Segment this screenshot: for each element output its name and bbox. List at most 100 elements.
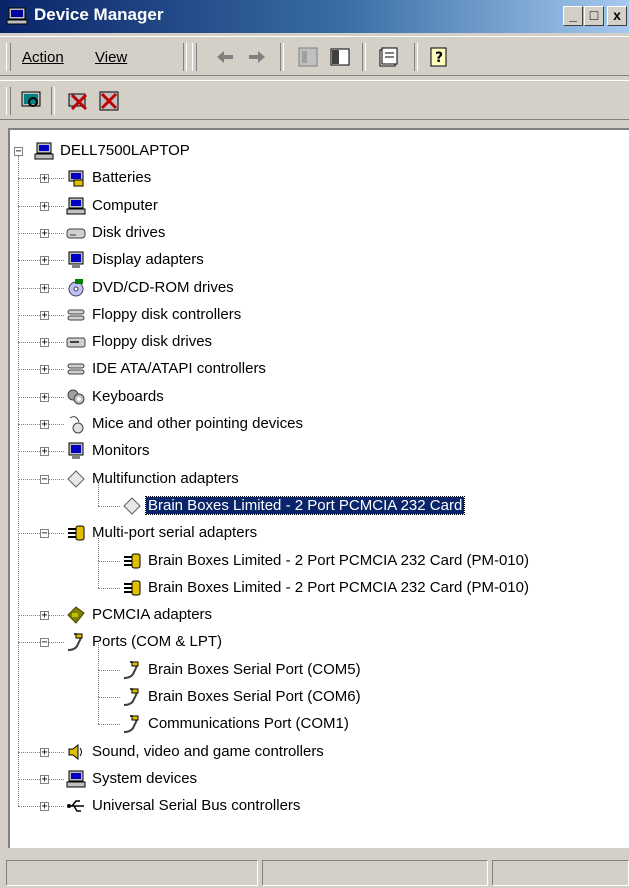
expand-button[interactable]: + xyxy=(40,611,49,621)
tree-connector xyxy=(98,697,99,725)
expand-button[interactable]: + xyxy=(40,774,49,784)
tree-connector xyxy=(98,697,120,698)
tree-category[interactable]: + Keyboards xyxy=(10,386,610,408)
properties-icon[interactable] xyxy=(377,45,401,69)
uninstall-icon[interactable] xyxy=(66,89,90,113)
tree-label: Sound, video and game controllers xyxy=(92,742,324,760)
tree-category[interactable]: + Mice and other pointing devices xyxy=(10,413,610,435)
tree-label: Batteries xyxy=(92,169,152,187)
tree-label: Keyboards xyxy=(92,387,164,405)
toolbar-grip[interactable] xyxy=(192,43,197,71)
expand-button[interactable]: + xyxy=(40,256,49,266)
expand-button[interactable]: + xyxy=(40,392,49,402)
pcmcia-icon xyxy=(67,606,85,624)
tree-label: Multi-port serial adapters xyxy=(92,524,258,542)
expand-button[interactable]: + xyxy=(40,310,49,320)
tree-root[interactable]: − DELL7500LAPTOP xyxy=(10,140,610,162)
tree-category[interactable]: + Display adapters xyxy=(10,249,610,271)
tree-device[interactable]: Brain Boxes Limited - 2 Port PCMCIA 232 … xyxy=(10,533,610,572)
tree-category[interactable]: + Floppy disk drives xyxy=(10,331,610,353)
tree-category[interactable]: + DVD/CD-ROM drives xyxy=(10,277,610,299)
tree-device[interactable]: Communications Port (COM1) xyxy=(10,697,610,735)
tree-connector xyxy=(98,505,120,507)
monitor-icon xyxy=(68,442,84,460)
computer-icon xyxy=(66,197,86,215)
expand-button[interactable]: + xyxy=(40,365,49,375)
expand-button[interactable]: + xyxy=(40,338,49,348)
controller-icon xyxy=(67,363,85,375)
expand-button[interactable]: + xyxy=(40,283,49,293)
scan-hardware-icon[interactable] xyxy=(19,89,43,113)
menu-view[interactable]: View xyxy=(95,49,127,66)
tree-label: Disk drives xyxy=(92,223,166,241)
device-toolbar xyxy=(0,80,629,120)
tree-label: Computer xyxy=(92,196,158,214)
monitor-icon xyxy=(68,251,84,269)
tree-category[interactable]: − Ports (COM & LPT) xyxy=(10,631,610,653)
expand-button[interactable]: + xyxy=(40,747,49,757)
tree-connector xyxy=(18,156,19,807)
maximize-button[interactable]: □ xyxy=(584,6,604,26)
tree-category[interactable]: + Disk drives xyxy=(10,222,610,244)
close-button[interactable]: x xyxy=(607,6,627,26)
tree-connector xyxy=(98,587,120,589)
collapse-button[interactable]: − xyxy=(14,147,23,157)
tree-category[interactable]: + Sound, video and game controllers xyxy=(10,741,610,763)
toolbar-grip[interactable] xyxy=(6,43,11,71)
tree-category[interactable]: + Universal Serial Bus controllers xyxy=(10,795,610,817)
tree-category[interactable]: + Monitors xyxy=(10,440,610,462)
device-manager-icon xyxy=(6,7,28,25)
speaker-icon xyxy=(68,743,82,760)
usb-icon xyxy=(67,800,84,812)
tree-device[interactable]: Brain Boxes Limited - 2 Port PCMCIA 232 … xyxy=(10,560,610,599)
tree-category[interactable]: + Floppy disk controllers xyxy=(10,304,610,326)
tree-category[interactable]: − Multifunction adapters xyxy=(10,468,610,490)
forward-arrow-icon[interactable] xyxy=(245,45,269,69)
tree-category[interactable]: + Batteries xyxy=(10,167,610,189)
tree-category[interactable]: + IDE ATA/ATAPI controllers xyxy=(10,358,610,380)
tree-view-icon[interactable] xyxy=(296,45,320,69)
collapse-button[interactable]: − xyxy=(40,529,49,539)
tree-category[interactable]: + PCMCIA adapters xyxy=(10,604,610,626)
status-panel xyxy=(6,860,258,886)
toolbar-grip[interactable] xyxy=(6,87,11,115)
expand-button[interactable]: + xyxy=(40,447,49,457)
back-arrow-icon[interactable] xyxy=(213,45,237,69)
device-tree[interactable]: − DELL7500LAPTOP + Batteries + Computer + Disk … xyxy=(8,128,629,848)
tree-category[interactable]: + Computer xyxy=(10,195,610,217)
tree-connector xyxy=(98,560,99,588)
disable-device-icon[interactable] xyxy=(97,89,121,113)
title-bar[interactable]: Device Manager _ □ x xyxy=(0,0,629,33)
tree-label: Monitors xyxy=(92,442,150,460)
menu-action[interactable]: Action xyxy=(22,49,64,66)
collapse-button[interactable]: − xyxy=(40,638,49,648)
multifunction-icon xyxy=(67,469,85,488)
tree-device[interactable]: Brain Boxes Limited - 2 Port PCMCIA 232 … xyxy=(10,478,610,517)
show-hide-console-icon[interactable] xyxy=(328,45,352,69)
tree-label: Universal Serial Bus controllers xyxy=(92,797,301,815)
tree-category[interactable]: − Multi-port serial adapters xyxy=(10,522,610,544)
tree-device[interactable]: Brain Boxes Serial Port (COM6) xyxy=(10,670,610,708)
tree-label: Mice and other pointing devices xyxy=(92,415,303,432)
tree-connector xyxy=(98,478,99,506)
status-panel xyxy=(262,860,488,886)
toolbar-separator xyxy=(362,43,366,71)
expand-button[interactable]: + xyxy=(40,201,49,211)
expand-button[interactable]: + xyxy=(40,174,49,184)
menu-toolbar: Action View ? xyxy=(0,36,629,76)
tree-label: System devices xyxy=(92,769,198,787)
status-bar xyxy=(0,856,629,888)
minimize-button[interactable]: _ xyxy=(563,6,583,26)
expand-button[interactable]: + xyxy=(40,802,49,812)
tree-connector xyxy=(98,669,120,671)
expand-button[interactable]: + xyxy=(40,228,49,238)
port-icon xyxy=(123,660,139,679)
expand-button[interactable]: + xyxy=(40,420,49,430)
tree-category[interactable]: + System devices xyxy=(10,768,610,790)
cdrom-icon xyxy=(68,278,84,296)
collapse-button[interactable]: − xyxy=(40,474,49,484)
tree-label: Display adapters xyxy=(92,251,204,269)
tree-device[interactable]: Brain Boxes Serial Port (COM5) xyxy=(10,642,610,681)
help-icon[interactable]: ? xyxy=(427,45,451,69)
tree-label: DVD/CD-ROM drives xyxy=(92,278,234,296)
